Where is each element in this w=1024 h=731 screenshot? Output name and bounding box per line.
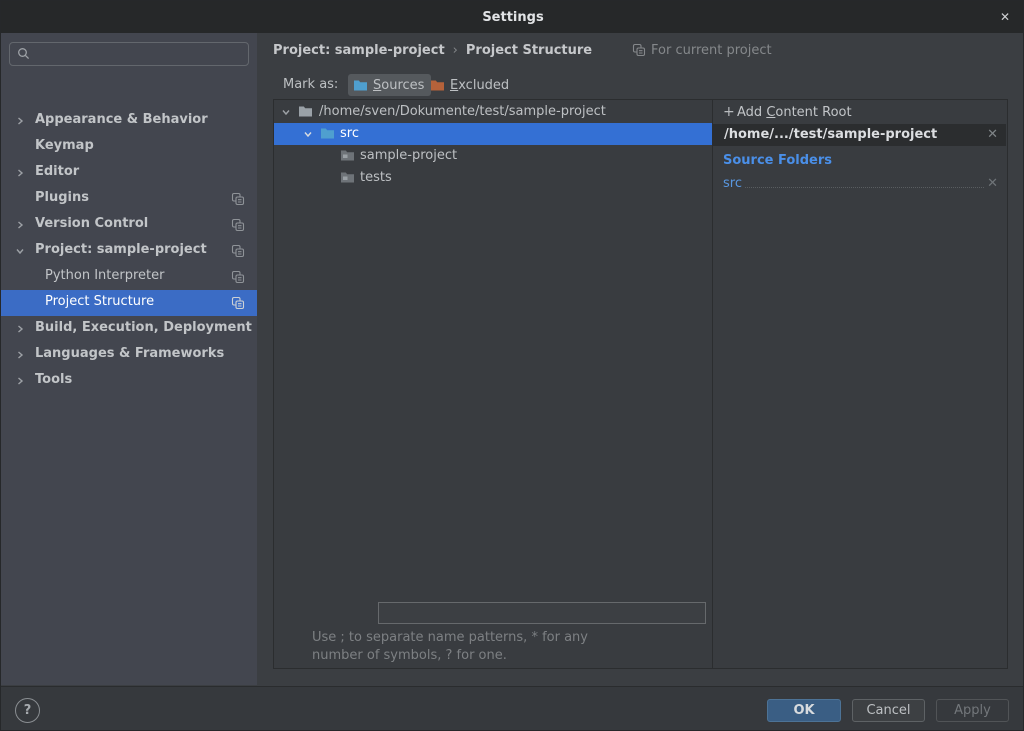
plus-icon: +	[723, 104, 735, 120]
scope-note: For current project	[632, 41, 772, 59]
sidebar-item-project-sample-project[interactable]: Project: sample-project	[1, 238, 257, 264]
source-folder-icon	[320, 127, 335, 140]
remove-source-folder-icon[interactable]: ✕	[987, 176, 998, 192]
sidebar-item-plugins[interactable]: Plugins	[1, 186, 257, 212]
mark-as-label: Mark as:	[283, 77, 338, 92]
sidebar-item-label: Build, Execution, Deployment	[35, 320, 252, 335]
tree-node-label: sample-project	[360, 148, 457, 163]
breadcrumb-page: Project Structure	[466, 43, 592, 58]
source-folder-name: src	[723, 176, 742, 192]
tree-node-label: src	[340, 126, 359, 141]
folder-icon	[298, 105, 313, 118]
chevron-right-icon	[16, 117, 24, 125]
exclude-files-input[interactable]	[378, 602, 706, 624]
chevron-right-icon	[16, 377, 24, 385]
per-project-icon	[231, 270, 245, 284]
apply-button[interactable]: Apply	[936, 699, 1009, 722]
sidebar-item-label: Version Control	[35, 216, 148, 231]
tree-row-tests[interactable]: tests	[274, 167, 712, 189]
titlebar: Settings ✕	[1, 1, 1024, 33]
search-input[interactable]	[9, 42, 249, 66]
cancel-button[interactable]: Cancel	[852, 699, 925, 722]
remove-content-root-icon[interactable]: ✕	[987, 127, 998, 142]
chevron-right-icon	[16, 351, 24, 359]
add-content-root-button[interactable]: + Add Content Root	[713, 102, 1006, 124]
mark-as-excluded-button[interactable]: Excluded	[425, 74, 514, 96]
sidebar-item-label: Project: sample-project	[35, 242, 207, 257]
sidebar-item-label: Languages & Frameworks	[35, 346, 224, 361]
sidebar-item-label: Appearance & Behavior	[35, 112, 208, 127]
sidebar-item-python-interpreter[interactable]: Python Interpreter	[1, 264, 257, 290]
sidebar-item-label: Python Interpreter	[45, 268, 164, 283]
tree-row-src[interactable]: src	[274, 123, 712, 145]
source-folder-row[interactable]: src ✕	[723, 172, 998, 192]
sidebar-item-project-structure[interactable]: Project Structure	[1, 290, 257, 316]
content-root-tree-panel: /home/sven/Dokumente/test/sample-project…	[273, 99, 713, 669]
sidebar-item-appearance-behavior[interactable]: Appearance & Behavior	[1, 108, 257, 134]
tree-row-sample-project[interactable]: sample-project	[274, 145, 712, 167]
ok-button[interactable]: OK	[767, 699, 841, 722]
sidebar-item-label: Tools	[35, 372, 72, 387]
close-icon[interactable]: ✕	[993, 1, 1017, 33]
tree-node-label: tests	[360, 170, 392, 185]
tree-node-label: /home/sven/Dokumente/test/sample-project	[319, 104, 606, 119]
dialog-footer: ? OK Cancel Apply	[1, 686, 1024, 731]
breadcrumb-project[interactable]: Project: sample-project	[273, 43, 445, 58]
dotted-leader	[745, 187, 984, 188]
exclude-hint-line2: number of symbols, ? for one.	[312, 648, 507, 663]
sidebar-item-tools[interactable]: Tools	[1, 368, 257, 394]
exclude-hint-line1: Use ; to separate name patterns, * for a…	[312, 630, 588, 645]
search-icon	[17, 47, 31, 61]
sidebar-item-version-control[interactable]: Version Control	[1, 212, 257, 238]
mark-as-sources-label: Sources	[373, 78, 424, 93]
folder-icon	[340, 149, 355, 162]
excluded-folder-icon	[430, 79, 445, 92]
sidebar-item-build-execution-deployment[interactable]: Build, Execution, Deployment	[1, 316, 257, 342]
source-folders-heading: Source Folders	[723, 153, 832, 168]
mark-as-excluded-label: Excluded	[450, 78, 509, 93]
settings-dialog: Settings ✕ Appearance & Behavior Keymap …	[0, 0, 1024, 731]
source-folder-icon	[353, 79, 368, 92]
sidebar-item-label: Project Structure	[45, 294, 154, 309]
chevron-right-icon	[16, 221, 24, 229]
tree-row-content-root[interactable]: /home/sven/Dokumente/test/sample-project	[274, 101, 712, 123]
mark-as-sources-button[interactable]: Sources	[348, 74, 431, 96]
sidebar-item-languages-frameworks[interactable]: Languages & Frameworks	[1, 342, 257, 368]
content-root-row[interactable]: /home/.../test/sample-project ✕	[713, 124, 1006, 146]
content-root-detail-panel: + Add Content Root /home/.../test/sample…	[713, 99, 1008, 669]
per-project-icon	[231, 192, 245, 206]
sidebar-item-label: Keymap	[35, 138, 94, 153]
sidebar-item-keymap[interactable]: Keymap	[1, 134, 257, 160]
content-root-path: /home/.../test/sample-project	[724, 127, 937, 142]
per-project-icon	[231, 218, 245, 232]
breadcrumb-separator: ›	[453, 43, 458, 58]
chevron-down-icon	[282, 108, 290, 116]
settings-sidebar: Appearance & Behavior Keymap Editor Plug…	[1, 33, 257, 685]
help-button[interactable]: ?	[15, 698, 40, 723]
per-project-icon	[231, 244, 245, 258]
add-content-root-label: Add Content Root	[737, 105, 852, 120]
per-project-icon	[632, 43, 646, 57]
per-project-icon	[231, 296, 245, 310]
sidebar-item-label: Plugins	[35, 190, 89, 205]
sidebar-item-editor[interactable]: Editor	[1, 160, 257, 186]
sidebar-item-label: Editor	[35, 164, 79, 179]
chevron-right-icon	[16, 169, 24, 177]
breadcrumb: Project: sample-project › Project Struct…	[273, 41, 592, 59]
scope-note-label: For current project	[651, 43, 772, 58]
chevron-right-icon	[16, 325, 24, 333]
chevron-down-icon	[16, 247, 24, 255]
folder-icon	[340, 171, 355, 184]
dialog-title: Settings	[482, 10, 543, 25]
chevron-down-icon	[304, 130, 312, 138]
